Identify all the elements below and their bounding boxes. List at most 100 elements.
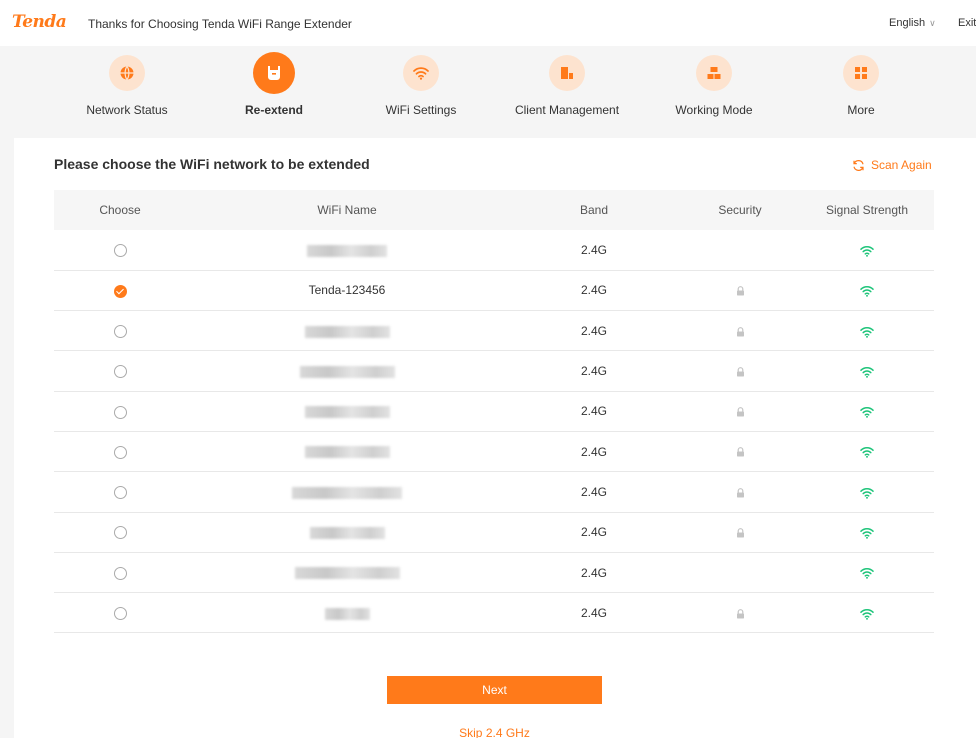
column-header-choose: Choose	[99, 203, 141, 217]
wifi-name-cell	[186, 431, 508, 471]
wifi-name-cell	[186, 472, 508, 512]
obscured-wifi-name	[294, 567, 400, 580]
obscured-wifi-name	[324, 607, 370, 620]
choose-cell	[54, 472, 186, 512]
security-cell	[680, 351, 800, 391]
security-cell	[680, 391, 800, 431]
band-cell: 2.4G	[580, 444, 607, 459]
radio-button[interactable]	[113, 486, 127, 500]
nav-re-extend[interactable]: Re-extend	[204, 52, 344, 117]
security-cell	[680, 270, 800, 310]
wifi-signal-icon	[860, 528, 874, 539]
table-row[interactable]: 2.4G	[54, 311, 934, 351]
table-row[interactable]: 2.4G	[54, 552, 934, 593]
lock-icon	[736, 366, 744, 377]
nav-label: Client Management	[514, 103, 620, 117]
signal-cell	[800, 270, 934, 310]
choose-cell	[54, 311, 186, 351]
choose-cell	[54, 270, 186, 310]
band-cell: 2.4G	[580, 242, 607, 257]
exit-link[interactable]: Exit	[958, 17, 976, 29]
band-cell: 2.4G	[580, 404, 607, 419]
nav-label: WiFi Settings	[385, 103, 457, 117]
radio-button[interactable]	[113, 324, 127, 338]
wifi-signal-icon	[860, 407, 874, 418]
table-row[interactable]: 2.4G	[54, 593, 934, 633]
top-bar: Tenda Thanks for Choosing Tenda WiFi Ran…	[0, 0, 976, 46]
language-selector[interactable]: English ∨	[889, 17, 936, 29]
column-header-security: Security	[718, 203, 762, 217]
radio-button-selected[interactable]	[113, 284, 127, 298]
wifi-signal-icon	[860, 487, 874, 499]
wifi-name-cell	[186, 351, 508, 391]
wifi-name-cell	[186, 552, 508, 592]
table-row[interactable]: 2.4G	[54, 512, 934, 553]
mode-icon	[696, 55, 732, 91]
table-row[interactable]: 2.4G	[54, 391, 934, 432]
band-cell: 2.4G	[580, 605, 607, 620]
content-panel: Please choose the WiFi network to be ext…	[14, 138, 976, 738]
lock-icon	[736, 528, 744, 538]
table-row[interactable]: 2.4G	[54, 431, 934, 472]
nav-label: More	[847, 103, 875, 117]
signal-cell	[800, 431, 934, 471]
next-button[interactable]: Next	[387, 676, 602, 704]
skip-2-4ghz-link[interactable]: Skip 2.4 GHz	[387, 726, 602, 738]
scan-again-label: Scan Again	[871, 158, 932, 172]
lock-icon	[736, 487, 744, 498]
page-title: Please choose the WiFi network to be ext…	[54, 156, 370, 172]
signal-cell	[800, 391, 934, 431]
nav-label: Network Status	[86, 103, 168, 117]
radio-button[interactable]	[113, 445, 127, 459]
band-cell: 2.4G	[580, 484, 607, 499]
choose-cell	[54, 431, 186, 471]
radio-button[interactable]	[113, 405, 127, 419]
obscured-wifi-name	[307, 244, 387, 257]
wifi-signal-icon	[860, 245, 874, 257]
nav-label: Working Mode	[675, 103, 753, 117]
obscured-wifi-name	[304, 325, 390, 338]
nav-label: Re-extend	[244, 103, 303, 117]
grid-icon	[843, 55, 879, 91]
wifi-icon	[403, 55, 439, 91]
radio-button[interactable]	[113, 526, 127, 540]
language-label: English	[889, 17, 926, 29]
obscured-wifi-name	[299, 365, 395, 378]
wifi-name-cell: Tenda-123456	[186, 270, 508, 310]
nav-network-status[interactable]: Network Status	[57, 52, 197, 117]
lock-icon	[736, 447, 744, 457]
wifi-name-cell	[186, 230, 508, 270]
choose-cell	[54, 552, 186, 592]
radio-button[interactable]	[113, 606, 127, 620]
signal-cell	[800, 311, 934, 351]
obscured-wifi-name	[309, 527, 385, 540]
radio-button[interactable]	[113, 365, 127, 379]
wifi-name-cell	[186, 311, 508, 351]
nav-wifi-settings[interactable]: WiFi Settings	[351, 52, 491, 117]
nav-more[interactable]: More	[791, 52, 931, 117]
table-row[interactable]: 2.4G	[54, 230, 934, 271]
signal-cell	[800, 552, 934, 592]
table-row[interactable]: 2.4G	[54, 351, 934, 392]
column-header-signal-strength: Signal Strength	[825, 203, 909, 217]
security-cell	[680, 230, 800, 270]
main-nav: Network Status Re-extend WiFi Settings C…	[0, 46, 976, 138]
radio-button[interactable]	[113, 566, 127, 580]
column-header-band: Band	[579, 203, 609, 217]
table-row[interactable]: Tenda-123456 2.4G	[54, 270, 934, 311]
refresh-icon	[853, 159, 864, 171]
nav-client-management[interactable]: Client Management	[497, 52, 637, 117]
signal-cell	[800, 351, 934, 391]
scan-again-button[interactable]: Scan Again	[852, 158, 932, 172]
nav-working-mode[interactable]: Working Mode	[644, 52, 784, 117]
wifi-signal-icon	[860, 326, 874, 338]
choose-cell	[54, 351, 186, 391]
choose-cell	[54, 512, 186, 552]
security-cell	[680, 472, 800, 512]
radio-button[interactable]	[113, 244, 127, 258]
chevron-down-icon: ∨	[929, 17, 936, 28]
table-row[interactable]: 2.4G	[54, 472, 934, 513]
globe-icon	[109, 55, 145, 91]
tenda-logo: Tenda	[12, 12, 67, 32]
band-cell: 2.4G	[580, 525, 607, 540]
